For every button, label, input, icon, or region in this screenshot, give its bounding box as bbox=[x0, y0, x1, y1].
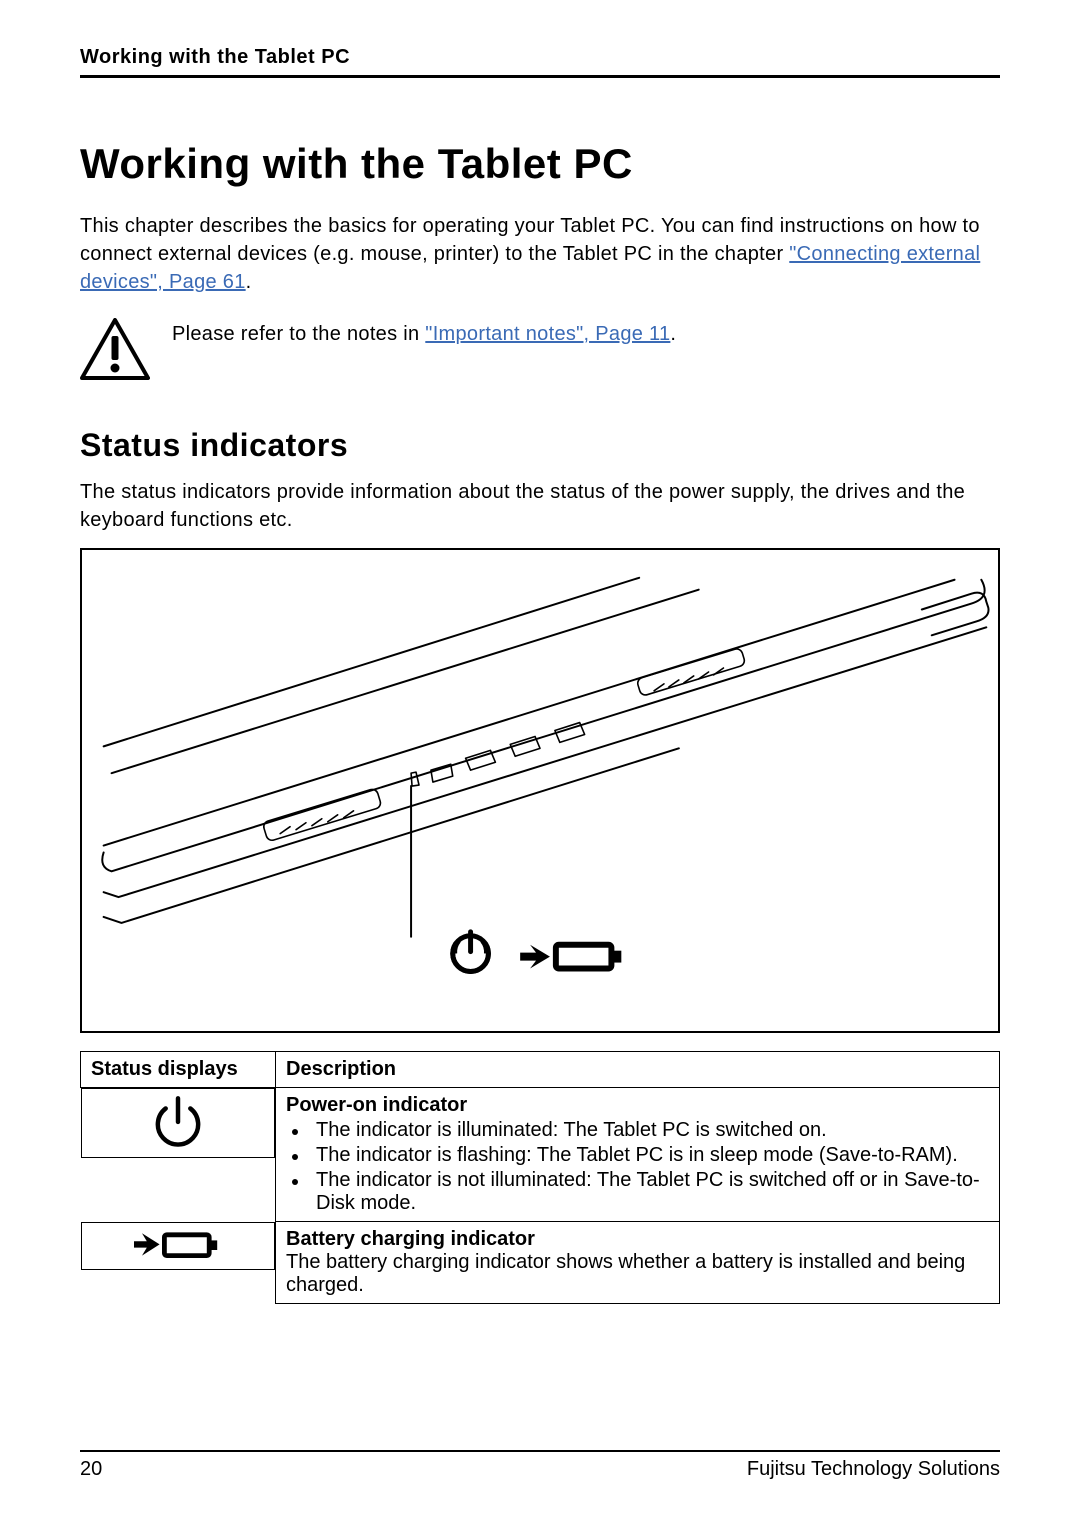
bullet-text: The indicator is flashing: The Tablet PC… bbox=[316, 1144, 958, 1167]
note-prefix: Please refer to the notes in bbox=[172, 323, 425, 345]
link-important-notes[interactable]: "Important notes", Page 11 bbox=[425, 323, 670, 345]
section-title-status-indicators: Status indicators bbox=[80, 427, 1000, 464]
intro-text-2: . bbox=[246, 271, 252, 293]
bullet-dot bbox=[292, 1129, 298, 1135]
cell-power-icon bbox=[81, 1088, 276, 1158]
tablet-side-illustration bbox=[82, 550, 998, 1031]
list-item: The indicator is not illuminated: The Ta… bbox=[286, 1169, 989, 1215]
cell-battery-description: Battery charging indicator The battery c… bbox=[276, 1222, 1000, 1304]
diagram-battery-icon bbox=[520, 945, 621, 969]
page-title: Working with the Tablet PC bbox=[80, 140, 1000, 188]
table-header-status-displays: Status displays bbox=[81, 1052, 276, 1088]
cell-battery-icon bbox=[81, 1222, 276, 1270]
page-footer: 20 Fujitsu Technology Solutions bbox=[80, 1450, 1000, 1481]
bullet-list: The indicator is illuminated: The Tablet… bbox=[286, 1119, 989, 1215]
footer-brand: Fujitsu Technology Solutions bbox=[747, 1458, 1000, 1481]
bullet-dot bbox=[292, 1154, 298, 1160]
bullet-dot bbox=[292, 1179, 298, 1185]
row-title: Battery charging indicator bbox=[286, 1228, 989, 1251]
diagram-power-icon bbox=[453, 932, 489, 972]
table-row: Power-on indicator The indicator is illu… bbox=[81, 1088, 1000, 1222]
row-title: Power-on indicator bbox=[286, 1094, 989, 1117]
bullet-text: The indicator is not illuminated: The Ta… bbox=[316, 1169, 989, 1215]
row-text: The battery charging indicator shows whe… bbox=[286, 1251, 989, 1297]
note-suffix: . bbox=[670, 323, 676, 345]
battery-charging-icon bbox=[134, 1229, 222, 1263]
running-header: Working with the Tablet PC bbox=[80, 46, 1000, 69]
list-item: The indicator is flashing: The Tablet PC… bbox=[286, 1144, 989, 1167]
power-icon bbox=[150, 1095, 206, 1151]
warning-text: Please refer to the notes in "Important … bbox=[172, 318, 676, 348]
page-number: 20 bbox=[80, 1458, 102, 1481]
document-page: Working with the Tablet PC Working with … bbox=[0, 0, 1080, 1529]
intro-paragraph: This chapter describes the basics for op… bbox=[80, 212, 1000, 296]
footer-rule bbox=[80, 1450, 1000, 1452]
status-indicators-table: Status displays Description Power-on ind… bbox=[80, 1051, 1000, 1304]
warning-icon bbox=[80, 318, 150, 387]
bullet-text: The indicator is illuminated: The Tablet… bbox=[316, 1119, 827, 1142]
table-row: Battery charging indicator The battery c… bbox=[81, 1222, 1000, 1304]
section-intro: The status indicators provide informatio… bbox=[80, 478, 1000, 534]
cell-power-description: Power-on indicator The indicator is illu… bbox=[276, 1088, 1000, 1222]
warning-note: Please refer to the notes in "Important … bbox=[80, 318, 1000, 387]
header-rule bbox=[80, 75, 1000, 78]
table-header-description: Description bbox=[276, 1052, 1000, 1088]
status-indicators-diagram bbox=[80, 548, 1000, 1033]
list-item: The indicator is illuminated: The Tablet… bbox=[286, 1119, 989, 1142]
